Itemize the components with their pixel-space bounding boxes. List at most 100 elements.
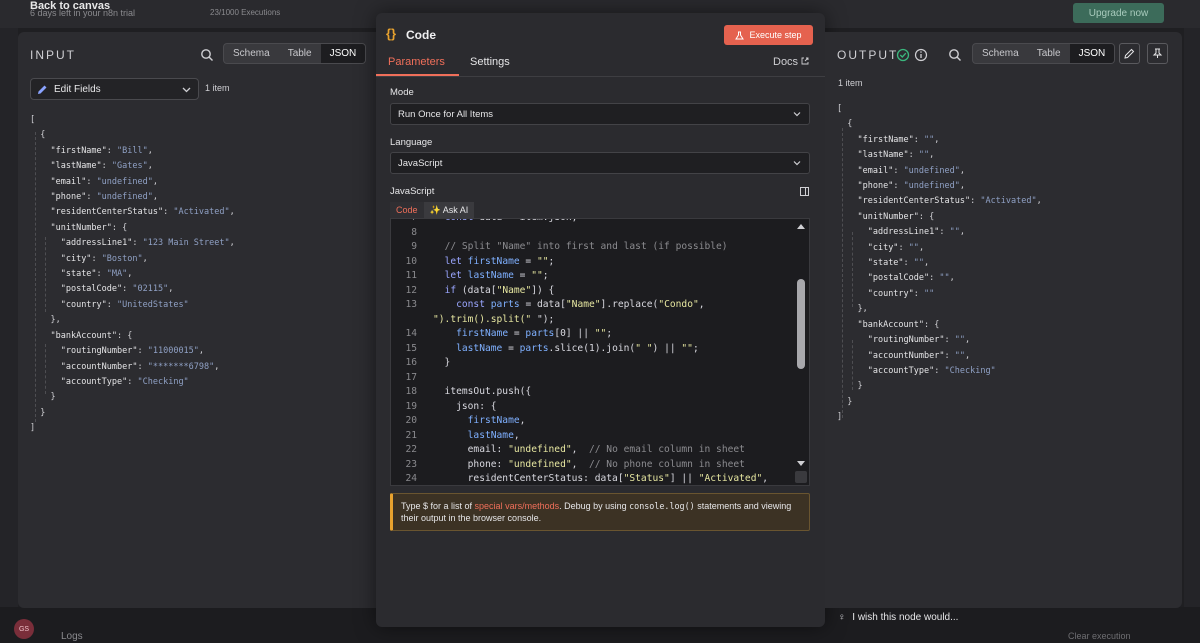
code-node-modal: {} Code Execute step Parameters Settings… [376,13,825,627]
code-line[interactable]: ").trim().split(" "); [391,314,554,329]
json-line: "unitNumber": { [857,211,935,222]
logs-label[interactable]: Logs [61,631,83,642]
code-line[interactable]: 20 firstName, [391,415,525,430]
code-text: lastName = parts.slice(1).join(" ") || "… [456,342,699,354]
json-line: } [837,396,853,407]
edit-output-button[interactable] [1119,43,1140,64]
code-line[interactable]: 12 if (data["Name"]) { [391,285,554,300]
input-node-select-value: Edit Fields [54,83,101,95]
code-text: const data = item.json; [433,219,578,223]
json-line: "firstName": "Bill", [50,145,153,156]
json-line: "accountType": "Checking" [60,376,189,387]
code-line[interactable]: 19 json: { [391,400,497,416]
feedback-link[interactable]: ♀ I wish this node would... [838,612,958,623]
input-view-schema[interactable]: Schema [224,44,279,63]
search-icon[interactable] [200,48,214,62]
external-link-icon [801,57,809,65]
line-number: 18 [405,386,417,397]
special-vars-link[interactable]: special vars/methods [475,501,560,511]
code-text: let firstName = ""; [444,255,555,267]
output-view-table[interactable]: Table [1028,44,1070,63]
code-line[interactable]: 13 const parts = data["Name"].replace("C… [391,299,705,314]
json-line: "accountNumber": "", [867,350,971,361]
code-line[interactable]: 7 const data = item.json; [391,219,578,227]
feedback-label: I wish this node would... [852,612,959,623]
json-line: } [30,392,56,403]
docs-link[interactable]: Docs [773,56,809,68]
code-line[interactable]: 18 itemsOut.push({ [391,386,531,401]
output-json: [ { "firstName": "", "lastName": "", "em… [837,102,1042,426]
code-line[interactable]: 10 let firstName = ""; [391,256,554,271]
lightbulb-icon: ♀ [838,612,846,623]
upgrade-button[interactable]: Upgrade now [1073,3,1164,23]
json-line: }, [30,315,61,326]
tab-parameters[interactable]: Parameters [388,56,445,68]
mode-select[interactable]: Run Once for All Items [390,103,810,125]
line-number: 14 [405,328,417,339]
json-line: "state": "", [867,258,930,269]
json-line: "email": "undefined", [50,176,158,187]
tab-ask-ai[interactable]: ✨ Ask AI [423,202,475,219]
code-line[interactable]: 9 // Split "Name" into first and last (i… [391,241,727,256]
tab-settings[interactable]: Settings [470,56,510,68]
json-line: "city": "Boston", [60,253,148,264]
input-node-select[interactable]: Edit Fields [30,78,199,100]
json-line: "addressLine1": "123 Main Street", [60,238,235,249]
output-item-count: 1 item [838,78,863,88]
line-number: 13 [405,299,417,310]
search-icon[interactable] [948,48,962,62]
hint-text: Type $ for a list of [401,501,475,511]
javascript-label: JavaScript [390,186,435,197]
code-line[interactable]: 24 residentCenterStatus: data["Status"] … [391,473,768,485]
line-number: 21 [405,429,417,441]
code-text: ").trim().split(" "); [433,313,555,325]
code-text: let lastName = ""; [444,270,549,281]
mode-select-value: Run Once for All Items [398,108,494,120]
input-panel: INPUT Schema Table JSON Edit Fields 1 it… [18,32,376,608]
code-editor[interactable]: 7 const data = item.json;89 // Split "Na… [390,218,810,486]
chevron-down-icon [182,87,191,93]
code-line[interactable]: 14 firstName = parts[0] || ""; [391,328,612,343]
expand-editor-icon[interactable] [800,187,809,196]
code-line[interactable]: 23 phone: "undefined", // No phone colum… [391,459,744,474]
json-line: "addressLine1": "", [867,227,965,238]
code-line[interactable]: 16 } [391,357,450,372]
code-editor-tabs: Code ✨ Ask AI [390,202,475,219]
execute-step-button[interactable]: Execute step [724,25,813,45]
input-view-table[interactable]: Table [279,44,321,63]
language-select[interactable]: JavaScript [390,152,810,174]
input-view-json[interactable]: JSON [320,44,366,63]
input-json: [ { "firstName": "Bill", "lastName": "Ga… [30,113,235,437]
json-line: "city": "", [867,242,925,253]
code-text: } [433,357,451,368]
editor-scrollbar[interactable] [795,221,807,483]
pin-output-button[interactable] [1147,43,1168,64]
avatar[interactable]: GS [14,619,34,639]
output-view-json[interactable]: JSON [1069,44,1115,63]
code-text: json: { [433,400,497,412]
code-text: const parts = data["Name"].replace("Cond… [456,299,705,310]
line-number: 10 [405,255,417,267]
line-number: 17 [405,371,417,383]
clear-execution-button[interactable]: Clear execution [1068,631,1131,641]
code-line[interactable]: 15 lastName = parts.slice(1).join(" ") |… [391,342,699,358]
json-line: { [837,119,853,130]
json-line: "email": "undefined", [857,165,965,176]
json-line: [ [837,104,843,114]
hint-code: console.log() [629,501,695,511]
code-line[interactable]: 17 [391,372,433,387]
tab-code[interactable]: Code [390,202,424,219]
info-icon[interactable] [914,48,928,62]
code-line[interactable]: 11 let lastName = ""; [391,270,549,285]
json-line: "postalCode": "", [867,273,955,284]
code-line[interactable]: 22 email: "undefined", // No email colum… [391,444,744,459]
json-line: "lastName": "Gates", [50,161,153,172]
code-line[interactable]: 21 lastName, [391,429,519,445]
json-line: "residentCenterStatus": "Activated", [50,207,235,218]
node-title[interactable]: Code [406,28,436,42]
output-view-schema[interactable]: Schema [973,44,1028,63]
canvas-left-edge [0,28,18,643]
code-line[interactable]: 8 [391,227,433,242]
success-check-icon [896,48,910,62]
json-line: "accountNumber": "*******6798", [60,361,220,372]
